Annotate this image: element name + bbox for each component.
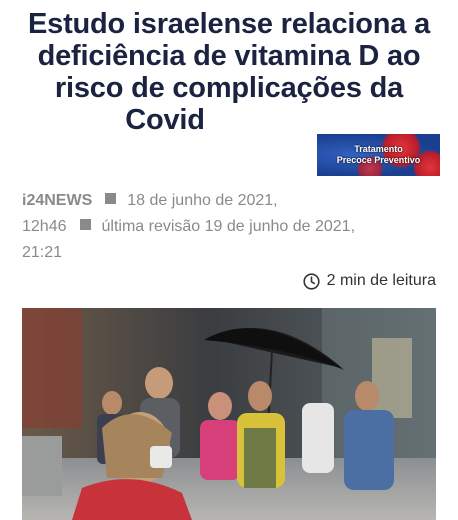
revised-time: 21:21 (22, 244, 63, 261)
banner-line-1: Tratamento (354, 144, 403, 154)
article-meta: i24NEWS 18 de junho de 2021, 12h46 última … (22, 188, 442, 266)
hero-photo[interactable] (22, 308, 436, 520)
read-time: 2 min de leitura (303, 272, 436, 290)
headline-line: Covid (125, 104, 205, 136)
square-separator-icon (79, 219, 91, 230)
clock-icon (303, 272, 320, 290)
promo-banner[interactable]: Tratamento Precoce Preventivo (317, 134, 440, 176)
headline-line: risco de complicações da (54, 72, 404, 104)
headline-line: Estudo israelense relaciona a (28, 8, 430, 40)
headline-line: deficiência de vitamina D ao (37, 40, 421, 72)
published-time: 12h46 (22, 218, 67, 235)
revised-date: última revisão 19 de junho de 2021, (101, 218, 356, 235)
published-date: 18 de junho de 2021, (127, 192, 278, 209)
square-separator-icon (105, 193, 117, 204)
source-name: i24NEWS (22, 192, 93, 209)
street-crowd-photo (22, 308, 436, 520)
read-time-label: 2 min de leitura (326, 272, 436, 289)
banner-line-2: Precoce Preventivo (336, 155, 421, 165)
article-headline: Estudo israelense relaciona a deficiênci… (6, 8, 452, 136)
